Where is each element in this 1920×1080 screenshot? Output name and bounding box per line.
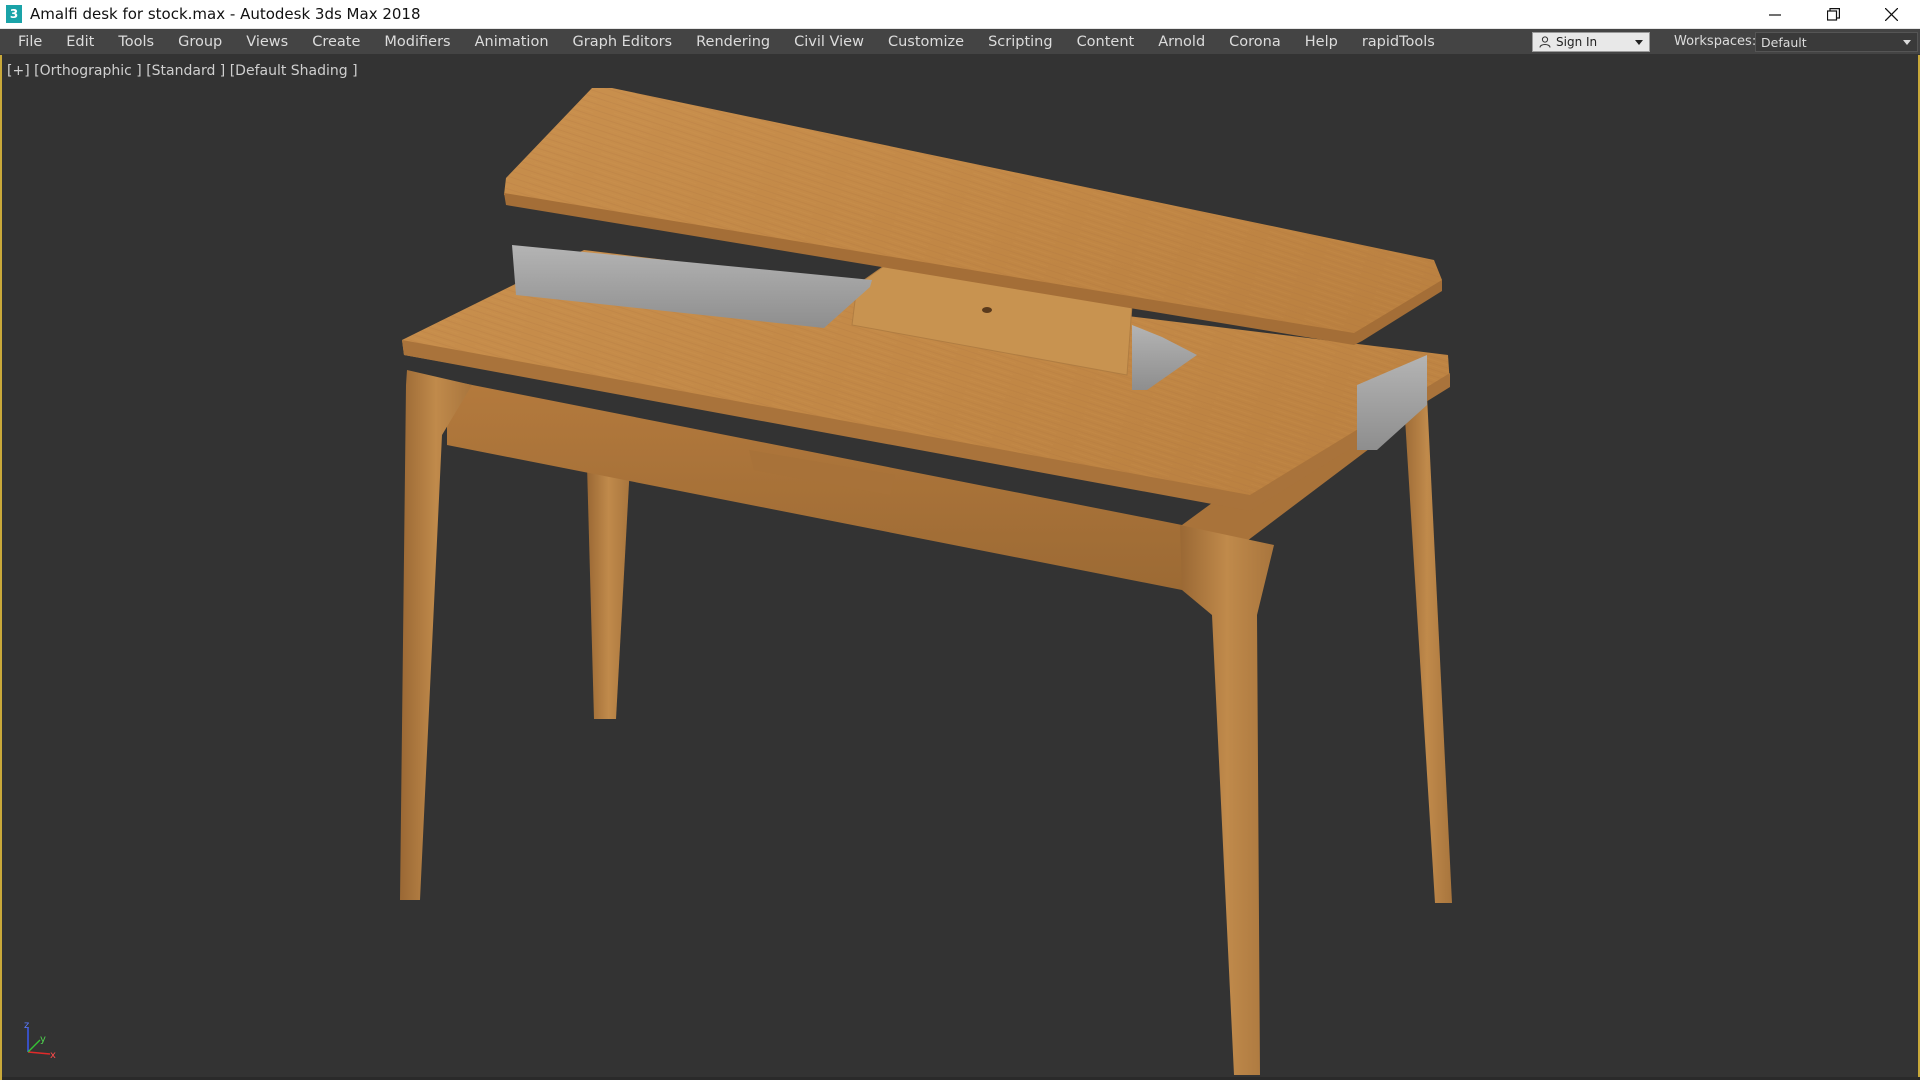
- chevron-down-icon: [1635, 40, 1643, 45]
- axis-y-label: y: [40, 1034, 46, 1045]
- menu-content[interactable]: Content: [1065, 29, 1147, 55]
- menu-views[interactable]: Views: [234, 29, 300, 55]
- menu-rapidtools[interactable]: rapidTools: [1350, 29, 1447, 55]
- back-left-leg[interactable]: [587, 465, 630, 719]
- front-left-leg[interactable]: [400, 370, 472, 900]
- front-right-leg[interactable]: [1180, 525, 1274, 1075]
- workspaces-label: Workspaces:: [1674, 34, 1757, 49]
- workspace-select[interactable]: Default: [1755, 32, 1918, 52]
- menu-bar: File Edit Tools Group Views Create Modif…: [0, 29, 1920, 55]
- app-icon[interactable]: 3: [6, 5, 22, 23]
- menu-rendering[interactable]: Rendering: [684, 29, 782, 55]
- window-title: Amalfi desk for stock.max - Autodesk 3ds…: [30, 5, 421, 23]
- menu-customize[interactable]: Customize: [876, 29, 976, 55]
- window-controls: [1746, 0, 1920, 29]
- title-bar: 3 Amalfi desk for stock.max - Autodesk 3…: [0, 0, 1920, 29]
- sign-in-label: Sign In: [1556, 35, 1598, 49]
- menu-scripting[interactable]: Scripting: [976, 29, 1064, 55]
- menu-create[interactable]: Create: [300, 29, 372, 55]
- workspace-selected: Default: [1761, 34, 1807, 50]
- axis-gizmo: z y x: [24, 1020, 56, 1060]
- back-right-leg[interactable]: [1402, 370, 1452, 903]
- close-button[interactable]: [1862, 0, 1920, 29]
- axis-z-label: z: [24, 1020, 29, 1031]
- menu-edit[interactable]: Edit: [54, 29, 106, 55]
- restore-icon: [1826, 8, 1840, 21]
- menu-animation[interactable]: Animation: [463, 29, 561, 55]
- menu-tools[interactable]: Tools: [106, 29, 166, 55]
- sign-in-dropdown[interactable]: Sign In: [1532, 32, 1650, 52]
- menu-help[interactable]: Help: [1293, 29, 1350, 55]
- menu-graph-editors[interactable]: Graph Editors: [561, 29, 685, 55]
- user-icon: [1539, 36, 1551, 48]
- menu-group[interactable]: Group: [166, 29, 234, 55]
- menu-modifiers[interactable]: Modifiers: [372, 29, 462, 55]
- chevron-down-icon: [1903, 40, 1911, 45]
- menu-file[interactable]: File: [6, 29, 54, 55]
- minimize-button[interactable]: [1746, 0, 1804, 29]
- desk-model[interactable]: [2, 55, 1918, 1080]
- menu-corona[interactable]: Corona: [1217, 29, 1293, 55]
- menu-items: File Edit Tools Group Views Create Modif…: [0, 29, 1447, 55]
- menu-arnold[interactable]: Arnold: [1146, 29, 1217, 55]
- minimize-icon: [1769, 13, 1781, 16]
- axis-x-label: x: [50, 1050, 56, 1060]
- viewport-orthographic[interactable]: [+] [Orthographic ] [Standard ] [Default…: [0, 55, 1920, 1080]
- menu-civil-view[interactable]: Civil View: [782, 29, 876, 55]
- close-icon: [1884, 8, 1898, 21]
- restore-button[interactable]: [1804, 0, 1862, 29]
- cable-hole[interactable]: [982, 307, 992, 313]
